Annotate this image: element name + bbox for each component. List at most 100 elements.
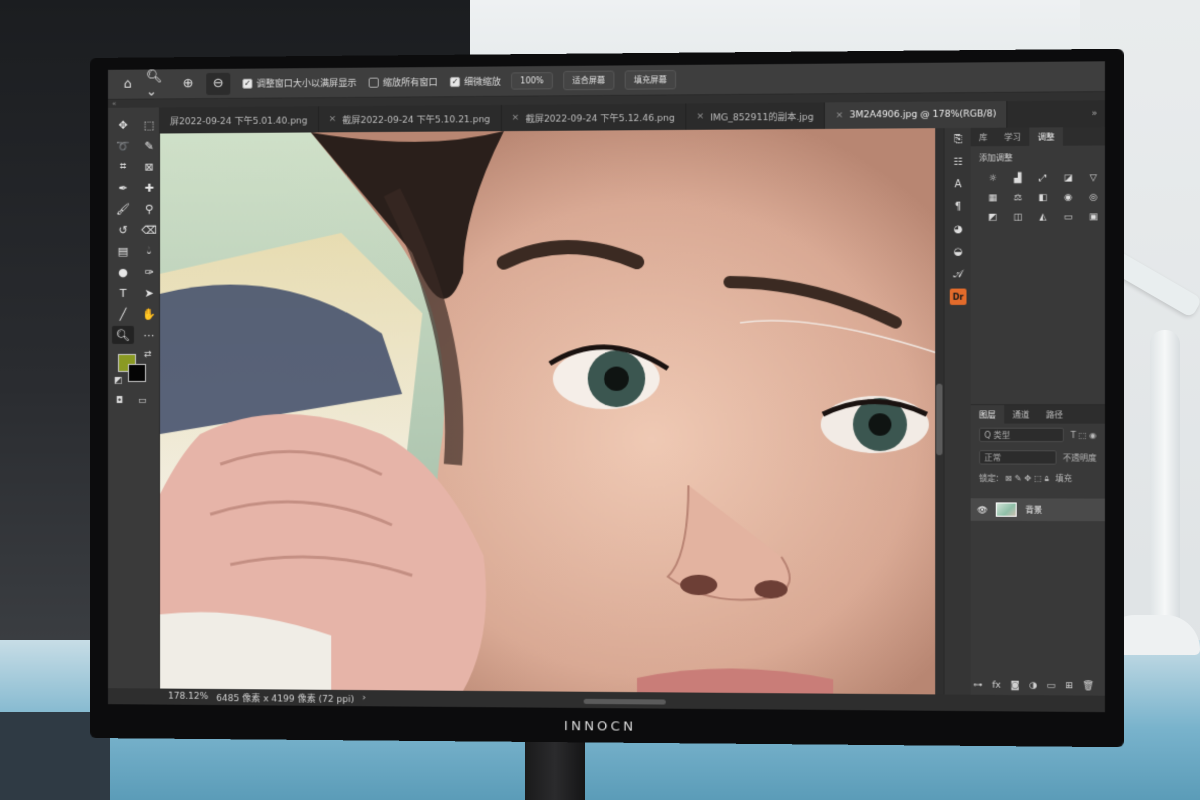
close-icon[interactable]: × (329, 114, 337, 124)
marquee-tool-icon[interactable]: ⬚ (138, 115, 160, 133)
scrollbar-thumb[interactable] (936, 383, 943, 456)
close-icon[interactable]: × (836, 110, 844, 120)
tab-adjustments[interactable]: 调整 (1029, 127, 1063, 146)
canvas-horizontal-scrollbar[interactable] (583, 698, 666, 705)
hand-tool-icon[interactable]: ✋ (138, 305, 160, 323)
link-layers-icon[interactable]: ⊶ (973, 680, 982, 690)
zoom-all-windows-checkbox[interactable]: 缩放所有窗口 (368, 75, 438, 89)
default-colors-icon[interactable]: ◩ (114, 376, 123, 386)
photo-image (160, 128, 936, 695)
pen-tool-icon[interactable]: ✑ (138, 263, 160, 281)
posterize-icon[interactable]: ◫ (1010, 211, 1025, 225)
fit-screen-button[interactable]: 适合屏幕 (563, 70, 615, 91)
selective-color-icon[interactable]: ▣ (1086, 210, 1101, 224)
tab-document-active[interactable]: × 3M2A4906.jpg @ 178%(RGB/8) (825, 101, 1008, 129)
type-tool-icon[interactable]: T (112, 284, 134, 302)
lock-options-icon[interactable]: ⊠ ✎ ✥ ⬚ 🔒︎ (1005, 473, 1049, 483)
brush-tool-icon[interactable]: 🖌︎ (112, 200, 134, 218)
tab-document-1[interactable]: 屏2022-09-24 下午5.01.40.png (160, 106, 319, 134)
screen-mode-icon[interactable]: ▭ (138, 396, 147, 406)
tab-libraries[interactable]: 库 (971, 128, 996, 147)
zoom-tool-icon[interactable]: 🔍︎ (111, 325, 134, 344)
zoom-in-icon[interactable]: ⊕ (176, 73, 200, 95)
tab-document-4[interactable]: × IMG_852911的副本.jpg (686, 102, 826, 130)
quick-mask-icon[interactable]: ◘ (116, 396, 123, 406)
invert-icon[interactable]: ◩ (985, 211, 1000, 225)
more-tabs-icon[interactable]: » (1084, 100, 1105, 127)
swap-colors-icon[interactable]: ⇄ (144, 350, 152, 360)
swatches-panel-icon[interactable]: ◒ (945, 240, 972, 263)
filter-type-icon[interactable]: T ⬚ ◉ (1071, 430, 1097, 439)
visibility-eye-icon[interactable]: 👁︎ (977, 505, 988, 514)
close-icon[interactable]: × (696, 111, 704, 121)
tab-paths[interactable]: 路径 (1038, 405, 1072, 423)
tab-channels[interactable]: 通道 (1004, 405, 1038, 423)
threshold-icon[interactable]: ◭ (1036, 210, 1051, 224)
black-white-icon[interactable]: ◧ (1036, 191, 1051, 205)
background-color-swatch[interactable] (127, 363, 147, 382)
color-balance-icon[interactable]: ⚖ (1010, 191, 1025, 205)
zoom-level[interactable]: 178.12% (168, 692, 208, 702)
blend-mode-select[interactable]: 正常 (979, 450, 1057, 465)
history-panel-icon[interactable]: ⎘ (945, 128, 972, 151)
path-selection-tool-icon[interactable]: ➤ (138, 284, 160, 302)
zoom-100-button[interactable]: 100% (511, 72, 553, 90)
brightness-contrast-icon[interactable]: ☼ (985, 172, 1000, 186)
gradient-map-icon[interactable]: ▭ (1061, 210, 1076, 224)
close-icon[interactable]: × (512, 113, 520, 123)
document-canvas[interactable] (160, 128, 936, 695)
zoom-out-icon[interactable]: ⊖ (206, 72, 231, 95)
tab-learn[interactable]: 学习 (996, 128, 1030, 147)
eyedropper-tool-icon[interactable]: ✒ (112, 179, 134, 197)
dodge-tool-icon[interactable]: ● (112, 263, 134, 281)
status-menu-chevron-icon[interactable]: › (362, 693, 366, 703)
tab-document-2[interactable]: × 截屏2022-09-24 下午5.10.21.png (318, 104, 502, 133)
move-tool-icon[interactable]: ✥ (112, 116, 134, 134)
gradient-tool-icon[interactable]: ▤ (112, 242, 134, 260)
channel-mixer-icon[interactable]: ◎ (1086, 191, 1101, 205)
home-icon[interactable]: ⌂ (116, 73, 140, 95)
properties-panel-icon[interactable]: ☷ (945, 150, 972, 173)
add-mask-icon[interactable]: ◙ (1010, 681, 1019, 691)
plugin-panel-icon[interactable]: Dr (945, 285, 972, 308)
scrubby-zoom-checkbox[interactable]: ✓ 细微缩放 (449, 75, 501, 89)
right-panels: 库 学习 调整 添加调整 ☼ ▟ ⤢ ◪ ▽ ▦ ⚖ ◧ ◉ ◎ ▥ ◩ ◫ ◭ (970, 126, 1105, 696)
levels-icon[interactable]: ▟ (1010, 172, 1025, 186)
photo-filter-icon[interactable]: ◉ (1061, 191, 1076, 205)
hue-saturation-icon[interactable]: ▦ (985, 191, 1000, 205)
layer-row-background[interactable]: 👁︎ 背景 (970, 498, 1105, 522)
new-layer-icon[interactable]: ⊞ (1065, 681, 1073, 691)
edit-toolbar-icon[interactable]: ⋯ (138, 326, 160, 344)
healing-brush-tool-icon[interactable]: ✚ (138, 179, 160, 197)
glyphs-panel-icon[interactable]: 𝒜 (945, 263, 972, 286)
eraser-tool-icon[interactable]: ⌫ (138, 221, 160, 239)
clone-stamp-tool-icon[interactable]: ⚲ (138, 200, 160, 218)
crop-tool-icon[interactable]: ⌗ (112, 158, 134, 176)
frame-tool-icon[interactable]: ⊠ (138, 158, 160, 176)
layer-kind-filter[interactable]: Q 类型 (979, 427, 1065, 443)
character-panel-icon[interactable]: A (945, 173, 972, 196)
paragraph-panel-icon[interactable]: ¶ (945, 195, 972, 218)
desk-lamp-post (1150, 330, 1180, 630)
canvas-vertical-scrollbar[interactable] (935, 128, 944, 695)
new-group-icon[interactable]: ▭ (1047, 681, 1056, 691)
zoom-tool-preset-icon[interactable]: 🔍︎⌄ (146, 69, 170, 99)
vibrance-icon[interactable]: ▽ (1086, 171, 1101, 185)
curves-icon[interactable]: ⤢ (1036, 171, 1051, 185)
exposure-icon[interactable]: ◪ (1061, 171, 1076, 185)
fill-screen-button[interactable]: 填充屏幕 (624, 70, 676, 90)
layer-style-icon[interactable]: fx (992, 681, 1001, 691)
blend-row: 正常 不透明度 (971, 446, 1105, 469)
tab-layers[interactable]: 图层 (970, 405, 1005, 424)
history-brush-tool-icon[interactable]: ↺ (112, 221, 134, 239)
adjustments-grid: ☼ ▟ ⤢ ◪ ▽ ▦ ⚖ ◧ ◉ ◎ ▥ ◩ ◫ ◭ ▭ ▣ (971, 169, 1105, 227)
adjustment-layer-icon[interactable]: ◑ (1029, 681, 1037, 691)
lasso-tool-icon[interactable]: ➰ (112, 137, 134, 155)
color-panel-icon[interactable]: ◕ (945, 218, 972, 241)
delete-layer-icon[interactable]: 🗑︎ (1082, 681, 1094, 691)
blur-tool-icon[interactable]: 💧︎ (138, 242, 160, 260)
quick-selection-tool-icon[interactable]: ✎ (138, 137, 160, 155)
tab-document-3[interactable]: × 截屏2022-09-24 下午5.12.46.png (501, 103, 687, 132)
line-tool-icon[interactable]: ╱ (112, 305, 134, 323)
resize-windows-checkbox[interactable]: ✓ 调整窗口大小以满屏显示 (242, 76, 357, 90)
